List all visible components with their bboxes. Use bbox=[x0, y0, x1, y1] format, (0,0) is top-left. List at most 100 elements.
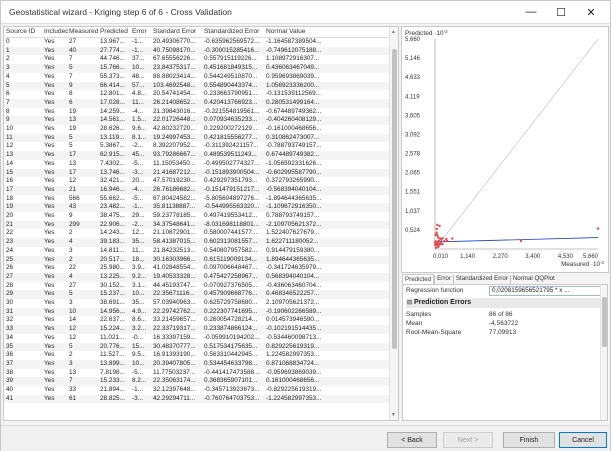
statistics-scroll-thumb[interactable] bbox=[602, 297, 607, 347]
table-row[interactable]: 40 Yes 33 21.894... -1... 32.12397648... -0.34… bbox=[4, 386, 390, 395]
table-row[interactable]: 33 Yes 12 15.224... 3.2... 22.33719317... 0.23… bbox=[4, 325, 390, 334]
scroll-up-icon[interactable]: ▲ bbox=[391, 29, 396, 35]
table-row[interactable]: 15 Yes 17 13.746... -3... 21.41687212... -0.15… bbox=[4, 168, 390, 178]
data-point bbox=[443, 239, 446, 243]
table-row[interactable]: 35 Yes 5 20.776... 15... 30.48370777... 0.5175… bbox=[4, 342, 390, 352]
regression-function-field[interactable]: 0,0208159656521795 * x ... bbox=[489, 286, 601, 296]
table-cell: 21 bbox=[6, 220, 14, 228]
table-cell: Yes bbox=[44, 212, 55, 219]
table-row[interactable]: 6 Yes 8 12.801... 4.8... 20.54741454... 0.2336… bbox=[4, 90, 390, 99]
table-row[interactable]: 13 Yes 17 62.915... 45... 93.79286667... 0.489… bbox=[4, 151, 390, 160]
table-row[interactable]: 11 Yes 5 13.119... 8.1... 19.24997453... 0.421… bbox=[4, 133, 390, 143]
table-row[interactable]: 27 Yes 4 13.225... 9.2... 19.40533328... 0.475… bbox=[4, 272, 390, 282]
table-row[interactable]: 8 Yes 19 14.259... -4... 21.39843016... -0.221… bbox=[4, 108, 390, 117]
table-row[interactable]: 2 Yes 7 44.746... 37... 67.65556226... 0.55791… bbox=[4, 55, 390, 64]
prediction-errors-header[interactable]: ⊟ Prediction Errors bbox=[406, 298, 600, 308]
table-row[interactable]: 1 Yes 40 27.774... -1... 40.75098170... -0.300… bbox=[4, 46, 390, 56]
table-cell: Yes bbox=[44, 386, 55, 393]
cross-validation-chart[interactable]: Predicted ·10-2 5,660 5,146 4,633 4,119 3,605… bbox=[401, 26, 609, 273]
data-point bbox=[437, 245, 440, 248]
table-cell: 1.894644365635... bbox=[266, 255, 320, 263]
table-row[interactable]: 26 Yes 22 25.980... 3.9... 41.02848554... 0.09… bbox=[4, 264, 390, 273]
table-row[interactable]: 16 Yes 12 32.421... 20... 47.57019230... 0.429… bbox=[4, 177, 390, 186]
table-cell: 13.899... bbox=[100, 359, 125, 367]
table-cell: Yes bbox=[44, 359, 55, 367]
table-row[interactable]: 39 Yes 7 15.233... 8.2... 22.35063174... 0.368… bbox=[4, 377, 390, 386]
maximize-icon[interactable]: ☐ bbox=[546, 1, 576, 23]
table-cell: 14.243... bbox=[100, 229, 125, 237]
wizard-footer: < Back Next > Finish Cancel bbox=[1, 425, 610, 451]
column-header[interactable]: Standard Error bbox=[153, 28, 203, 35]
table-row[interactable]: 5 Yes 9 66.414... 57... 103.4692548... 0.55489… bbox=[4, 81, 390, 91]
table-cell: 17 bbox=[69, 168, 77, 176]
cross-validation-table[interactable]: Source ID Included Measured Predicted Error S… bbox=[3, 26, 399, 421]
table-row[interactable]: 31 Yes 10 14.956... 4.9... 22.29742762... 0.22… bbox=[4, 307, 390, 317]
table-cell: 10 bbox=[6, 125, 14, 132]
table-cell: 0.625729758680... bbox=[204, 299, 258, 306]
column-header[interactable]: Measured bbox=[69, 28, 99, 35]
table-cell: 28.825... bbox=[100, 394, 125, 402]
column-header[interactable]: Error bbox=[132, 28, 152, 35]
table-cell: 0.372793265990... bbox=[266, 177, 320, 185]
table-row[interactable]: 36 Yes 2 11.527... 9.5... 16.91393190... 0.563… bbox=[4, 351, 390, 360]
table-cell: Yes bbox=[44, 125, 55, 132]
table-cell: 13.119... bbox=[100, 133, 125, 141]
table-row[interactable]: 9 Yes 13 14.561... 1.5... 22.01726448... 0.070… bbox=[4, 116, 390, 125]
table-cell: 23.482... bbox=[100, 203, 125, 211]
statistics-scrollbar[interactable] bbox=[600, 285, 607, 420]
table-row[interactable]: 4 Yes 7 55.373... 48... 88.88023414... 0.54424… bbox=[4, 73, 390, 82]
table-row[interactable]: 19 Yes 43 23.482... -1... 35.81138887... -0.54… bbox=[4, 203, 390, 212]
table-row[interactable]: 17 Yes 21 16.946... -4... 26.76186682... -0.15… bbox=[4, 185, 390, 195]
column-header[interactable]: Predicted bbox=[100, 28, 131, 35]
cancel-button[interactable]: Cancel bbox=[559, 432, 607, 448]
minimize-icon[interactable]: — bbox=[516, 1, 546, 23]
table-row[interactable]: 3 Yes 5 15.766... 10... 23.84375317... 0.45168… bbox=[4, 64, 390, 73]
scroll-down-icon[interactable]: ▼ bbox=[391, 412, 396, 418]
next-button[interactable]: Next > bbox=[443, 432, 493, 448]
table-row[interactable]: 12 Yes 5 5.3867... -2... 8.392207952... -0.311… bbox=[4, 142, 390, 151]
table-row[interactable]: 10 Yes 19 28.626... 9.6... 42.80232720... 0.22… bbox=[4, 125, 390, 134]
table-scroll-thumb[interactable] bbox=[392, 49, 397, 349]
y-tick-label: 5,146 bbox=[405, 56, 421, 62]
table-row[interactable]: 34 Yes 12 11.021... -0... 16.33397159... -0.05… bbox=[4, 334, 390, 343]
table-row[interactable]: 22 Yes 2 14.243... 12... 21.10872901... 0.5800… bbox=[4, 229, 390, 238]
table-cell: Yes bbox=[44, 98, 55, 106]
x-tick-label: 4,530 bbox=[558, 254, 574, 260]
table-row[interactable]: 24 Yes 3 14.811... 11... 21.84232513... 0.5408… bbox=[4, 247, 390, 256]
table-cell: 20.517... bbox=[100, 255, 125, 263]
table-row[interactable]: 30 Yes 3 38.691... 35... 57.03940963... 0.6257… bbox=[4, 299, 390, 308]
finish-button[interactable]: Finish bbox=[503, 432, 555, 448]
table-row[interactable]: 14 Yes 13 7.4302... -5... 11.15053450... -0.49… bbox=[4, 160, 390, 169]
table-row[interactable]: 21 Yes 299 22.906... -2... 34.37548641... -8.0… bbox=[4, 220, 390, 230]
table-cell: 13.225... bbox=[100, 272, 125, 280]
table-row[interactable]: 28 Yes 27 30.152... 3.1... 44.45193747... 0.07… bbox=[4, 282, 390, 291]
table-row[interactable]: 38 Yes 13 7.8198... -5... 11.77503237... -0.44… bbox=[4, 369, 390, 378]
table-row[interactable]: 18 Yes 566 55.662... -5... 87.80424582... -5.8… bbox=[4, 195, 390, 204]
table-row[interactable]: 37 Yes 3 13.899... 10... 20.39407805... 0.5344… bbox=[4, 359, 390, 369]
table-row[interactable]: 29 Yes 5 15.237... 10... 22.35671116... 0.4579… bbox=[4, 290, 390, 299]
table-cell: -1.056592331626... bbox=[266, 159, 322, 167]
stat-value: 86 of 86 bbox=[489, 311, 513, 318]
table-row[interactable]: 7 Yes 6 17.028... 11... 26.21408652... 0.42041… bbox=[4, 98, 390, 108]
column-header[interactable]: Normal Value bbox=[266, 28, 386, 35]
table-row[interactable]: 41 Yes 61 28.825... -3... 42.29294711... -0.76… bbox=[4, 394, 390, 404]
table-scrollbar[interactable]: ▲ ▼ bbox=[389, 27, 398, 420]
table-cell: -3... bbox=[132, 168, 144, 176]
close-icon[interactable]: ✕ bbox=[576, 1, 606, 23]
column-header[interactable]: Source ID bbox=[6, 28, 42, 35]
table-cell: 12 bbox=[69, 333, 77, 341]
table-cell: 28 bbox=[6, 281, 14, 289]
table-cell: -5... bbox=[132, 194, 144, 202]
table-row[interactable]: 0 Yes 27 13.967... -1... 20.49306770... -0.635… bbox=[4, 38, 390, 47]
table-row[interactable]: 20 Yes 9 38.475... 29... 59.23778185... 0.4974… bbox=[4, 212, 390, 221]
back-button[interactable]: < Back bbox=[387, 432, 437, 448]
table-cell: 14.561... bbox=[100, 116, 125, 124]
column-header[interactable]: Included bbox=[44, 28, 68, 35]
table-row[interactable]: 25 Yes 2 20.517... 18... 30.16303966... 0.6151… bbox=[4, 255, 390, 265]
table-cell: 0.310862473007... bbox=[266, 133, 320, 141]
table-row[interactable]: 32 Yes 14 22.637... 8.6... 33.21459657... 0.26… bbox=[4, 316, 390, 325]
table-row[interactable]: 23 Yes 4 39.183... 35... 58.41387015... 0.6023… bbox=[4, 238, 390, 247]
table-cell: Yes bbox=[44, 107, 55, 115]
column-header[interactable]: Standardized Error bbox=[204, 28, 265, 35]
collapse-icon[interactable]: ⊟ bbox=[407, 298, 412, 308]
